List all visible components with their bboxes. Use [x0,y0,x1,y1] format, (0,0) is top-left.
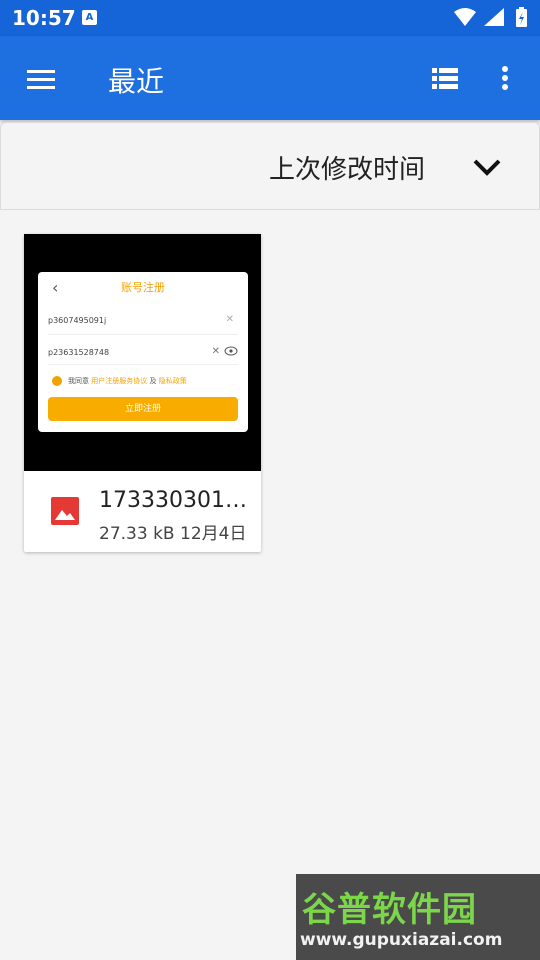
clear-icon: ✕ [225,314,234,325]
sort-label: 上次修改时间 [268,155,425,185]
thumbnail-dialog: ‹ 账号注册 p3607495091j ✕ p23631528748 ✕ 我同意… [38,272,248,432]
thumbnail-agreement: 我同意 用户注册服务协议 及 隐私政策 [68,377,187,385]
chevron-down-icon[interactable] [467,147,507,187]
file-size: 27.33 kB [99,524,175,544]
menu-icon[interactable] [20,58,62,100]
app-bar: 最近 [0,36,540,120]
check-icon [52,376,62,386]
notification-a-icon: A [82,10,97,25]
status-time: 10:57 [12,6,76,30]
file-name: 173330301… [99,488,247,513]
thumbnail-title: 账号注册 [121,281,165,294]
divider [48,364,238,365]
thumbnail-username: p3607495091j [48,316,107,325]
signal-icon [484,8,504,26]
battery-icon [516,7,527,27]
thumbnail-register-button: 立即注册 [48,397,238,421]
eye-icon [224,346,238,356]
file-meta: 27.33 kB 12月4日 [99,519,246,544]
clear-icon: ✕ [211,346,220,357]
thumbnail-password: p23631528748 [48,348,110,357]
page-title: 最近 [108,65,165,98]
wifi-icon [454,8,476,26]
status-icons [454,7,527,27]
image-file-icon [51,497,79,525]
file-thumbnail: ‹ 账号注册 p3607495091j ✕ p23631528748 ✕ 我同意… [24,234,261,471]
file-card[interactable]: ‹ 账号注册 p3607495091j ✕ p23631528748 ✕ 我同意… [24,234,261,552]
more-options-icon[interactable] [484,58,526,100]
sort-bar[interactable]: 上次修改时间 [0,122,540,210]
file-date: 12月4日 [180,524,247,544]
watermark-url: www.gupuxiazai.com [300,930,503,950]
watermark-logo: 谷普软件园 www.gupuxiazai.com [296,874,540,960]
watermark-name: 谷普软件园 [302,890,477,930]
divider [48,334,238,335]
status-bar: 10:57 A [0,0,540,36]
list-view-icon[interactable] [424,58,466,100]
